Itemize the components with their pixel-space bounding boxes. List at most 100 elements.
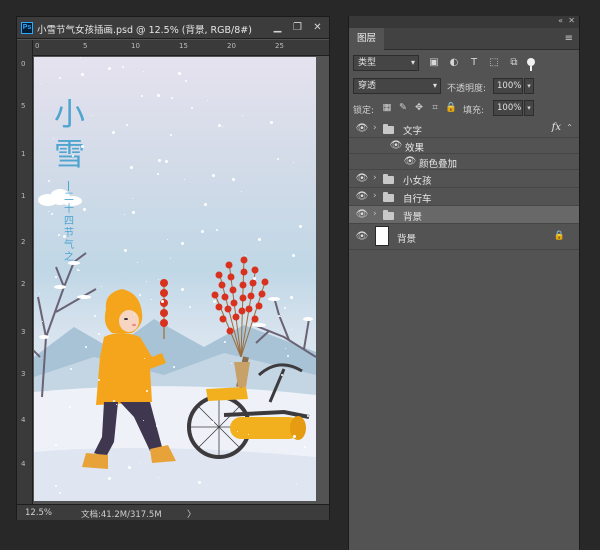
snowflake	[48, 211, 49, 212]
fill-dropdown-icon[interactable]: ▾	[524, 100, 534, 116]
lock-fill-row: 锁定: ▦ ✎ ✥ ⌗ 🔒 填充: 100% ▾	[353, 100, 575, 118]
snowflake	[293, 435, 296, 438]
horizontal-ruler[interactable]: 0 5 10 15 20 25	[33, 40, 329, 56]
photoshop-app-icon: Ps	[21, 22, 33, 34]
snowflake	[80, 57, 81, 58]
layer-row-girl-group[interactable]: 👁 › 小女孩	[349, 170, 579, 188]
chevron-down-icon: ▾	[410, 58, 415, 67]
snowflake	[161, 300, 164, 303]
chevron-right-icon[interactable]: ›	[373, 173, 377, 183]
snowflake	[278, 315, 280, 317]
visibility-eye-icon[interactable]: 👁	[355, 173, 369, 184]
ruler-label: 4	[21, 416, 26, 424]
layer-row-background-group[interactable]: 👁 › 背景	[349, 206, 579, 224]
snowflake	[231, 363, 232, 364]
layer-name: 背景	[397, 234, 417, 245]
snowflake	[59, 77, 61, 79]
visibility-eye-icon[interactable]: 👁	[355, 123, 369, 134]
shape-filter-icon[interactable]: ⬚	[487, 56, 501, 70]
lock-position-icon[interactable]: ✥	[413, 102, 425, 114]
snowflake	[137, 262, 138, 263]
maximize-icon[interactable]: ❐	[290, 20, 305, 35]
folder-icon	[383, 124, 394, 134]
fx-icon[interactable]: fx	[552, 122, 561, 133]
ruler-label: 10	[131, 42, 140, 50]
zoom-level[interactable]: 12.5%	[25, 508, 52, 518]
filter-toggle-icon[interactable]	[527, 58, 535, 71]
visibility-eye-icon[interactable]: 👁	[355, 209, 369, 220]
lock-artboard-icon[interactable]: ⌗	[429, 102, 441, 114]
lock-all-icon[interactable]: 🔒	[445, 102, 457, 114]
panel-tab-bar: 图层 ≡	[349, 28, 579, 50]
snowflake	[307, 415, 309, 417]
snowflake	[181, 242, 184, 245]
image-filter-icon[interactable]: ▣	[427, 56, 441, 70]
opacity-input[interactable]: 100%	[493, 78, 523, 94]
visibility-eye-icon[interactable]: 👁	[403, 156, 417, 167]
tab-layers[interactable]: 图层	[349, 28, 385, 50]
document-tab-title[interactable]: 小雪节气女孩插画.psd @ 12.5% (背景, RGB/8#)	[37, 22, 252, 36]
snowflake	[304, 446, 306, 448]
fill-input[interactable]: 100%	[493, 100, 523, 116]
close-icon[interactable]: ✕	[310, 20, 325, 35]
close-icon[interactable]: ✕	[568, 16, 575, 25]
snow-foreground	[34, 448, 316, 501]
chevron-right-icon[interactable]: ›	[373, 209, 377, 219]
filter-kind-select[interactable]: 类型 ▾	[353, 55, 419, 71]
snowflake	[143, 71, 144, 72]
chevron-up-icon[interactable]: ⌃	[566, 123, 573, 132]
folder-icon	[383, 174, 394, 184]
snowflake	[171, 97, 173, 99]
document-title-bar[interactable]: Ps 小雪节气女孩插画.psd @ 12.5% (背景, RGB/8#) ▁ ❐…	[17, 17, 329, 39]
lock-image-pixels-icon[interactable]: ✎	[397, 102, 409, 114]
panel-header-strip[interactable]: « ✕	[349, 16, 579, 28]
vertical-ruler[interactable]: 0 5 1 1 2 2 3 3 4 4	[17, 40, 33, 504]
document-size-info: 文档:41.2M/317.5M	[81, 510, 162, 520]
layer-row-text-group[interactable]: 👁 › 文字 fx ⌃	[349, 120, 579, 138]
snowflake	[63, 235, 66, 238]
document-window[interactable]: Ps 小雪节气女孩插画.psd @ 12.5% (背景, RGB/8#) ▁ ❐…	[16, 16, 330, 520]
adjustment-filter-icon[interactable]: ◐	[447, 56, 461, 70]
smart-object-filter-icon[interactable]: ⧉	[507, 56, 521, 70]
layer-row-background[interactable]: 👁 背景 🔒	[349, 224, 579, 250]
opacity-label: 不透明度:	[447, 84, 487, 94]
layer-name: 背景	[403, 212, 423, 223]
status-menu-arrow[interactable]: 〉	[187, 507, 196, 520]
snowflake	[143, 420, 144, 421]
chevron-right-icon[interactable]: ›	[373, 123, 377, 133]
snowflake	[139, 462, 140, 463]
blend-opacity-row: 穿透 ▾ 不透明度: 100% ▾	[353, 78, 575, 96]
visibility-eye-icon[interactable]: 👁	[355, 191, 369, 202]
chevron-right-icon[interactable]: ›	[373, 191, 377, 201]
snowflake	[170, 134, 172, 136]
snowflake	[216, 229, 218, 231]
snowflake	[293, 162, 294, 163]
lock-transparent-pixels-icon[interactable]: ▦	[381, 102, 393, 114]
snowflake	[53, 138, 54, 139]
minimize-icon[interactable]: ▁	[270, 20, 285, 35]
layer-effects-row[interactable]: 👁 效果	[349, 138, 579, 154]
panel-menu-icon[interactable]: ≡	[565, 33, 573, 44]
ruler-label: 2	[21, 280, 26, 288]
snowflake	[213, 300, 216, 303]
type-filter-icon[interactable]: T	[467, 56, 481, 70]
snowflake	[207, 100, 208, 101]
lock-label: 锁定:	[353, 106, 375, 116]
snowflake	[248, 434, 249, 435]
visibility-eye-icon[interactable]: 👁	[389, 140, 403, 151]
document-canvas[interactable]: 小雪 二十四节气之	[34, 57, 316, 501]
snowflake	[157, 173, 159, 175]
visibility-eye-icon[interactable]: 👁	[355, 231, 369, 242]
opacity-dropdown-icon[interactable]: ▾	[524, 78, 534, 94]
snowflake	[285, 348, 286, 349]
snowflake	[291, 329, 292, 330]
layer-row-bicycle-group[interactable]: 👁 › 自行车	[349, 188, 579, 206]
filter-kind-value: 类型	[358, 58, 377, 68]
fill-label: 填充:	[463, 106, 485, 116]
snowflake	[277, 158, 279, 160]
collapse-icon[interactable]: «	[558, 16, 563, 25]
layer-name: 小女孩	[403, 176, 432, 187]
blend-mode-select[interactable]: 穿透 ▾	[353, 78, 441, 94]
snowflake	[48, 180, 50, 182]
layer-effect-color-overlay[interactable]: 👁 颜色叠加	[349, 154, 579, 170]
